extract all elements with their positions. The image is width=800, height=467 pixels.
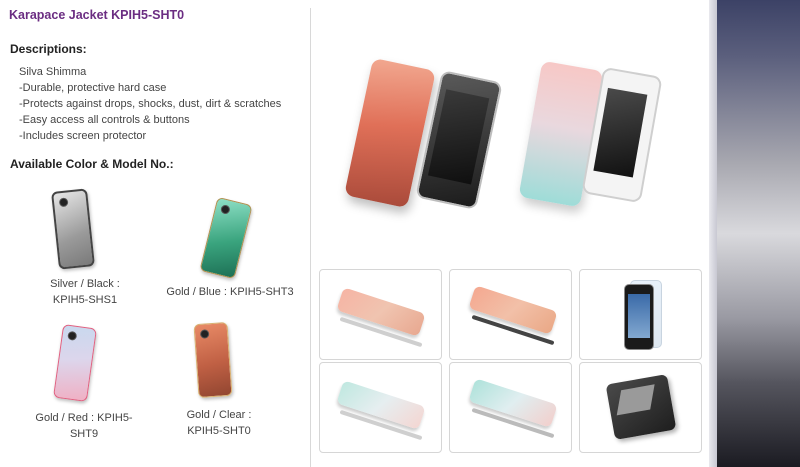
camera-lens-icon [67,330,78,341]
available-heading: Available Color & Model No.: [10,157,174,171]
column-divider [310,8,311,467]
case-image-gold-red[interactable] [53,323,97,403]
window-background [717,0,800,467]
description-item: -Includes screen protector [19,130,147,142]
descriptions-list: Silva Shimma -Durable, protective hard c… [19,64,281,144]
thumb-mint-case-front[interactable] [319,362,442,453]
description-item: -Protects against drops, shocks, dust, d… [19,98,282,110]
model-label-silver-black: Silver / Black : KPIH5-SHS1 [50,278,120,306]
pouch-shape [605,374,677,440]
case-image-silver-black[interactable] [51,188,95,270]
thumb-screen-protector[interactable] [579,269,702,360]
case-image-gold-clear[interactable] [193,321,233,399]
camera-lens-icon [58,197,69,208]
thumb-leather-pouch[interactable] [579,362,702,453]
camera-lens-icon [219,204,231,215]
model-label-gold-red: Gold / Red : KPIH5-SHT9 [35,412,133,440]
thumb-coral-case-front[interactable] [319,269,442,360]
phone-screen [628,294,650,338]
product-panel: Karapace Jacket KPIH5-SHT0 Descriptions:… [0,0,709,467]
camera-lens-icon [542,61,603,72]
pouch-flap [616,384,655,416]
case-image-gold-blue[interactable] [199,196,253,280]
panel-edge [709,0,717,467]
thumb-mint-case-angle[interactable] [449,362,572,453]
camera-lens-icon [373,58,436,71]
model-label-gold-blue: Gold / Blue : KPIH5-SHT3 [166,286,294,298]
model-label-gold-clear: Gold / Clear : KPIH5-SHT0 [186,409,252,437]
description-item: Silva Shimma [19,66,87,78]
description-item: -Durable, protective hard case [19,82,167,94]
camera-lens-icon [199,329,210,339]
product-title: Karapace Jacket KPIH5-SHT0 [9,8,185,22]
phone-shape [624,284,654,350]
hero-product-image[interactable] [340,55,680,230]
phone-screen [427,89,490,185]
descriptions-heading: Descriptions: [10,42,87,56]
phone-screen [593,87,648,178]
thumb-coral-case-angle[interactable] [449,269,572,360]
description-item: -Easy access all controls & buttons [19,114,190,126]
